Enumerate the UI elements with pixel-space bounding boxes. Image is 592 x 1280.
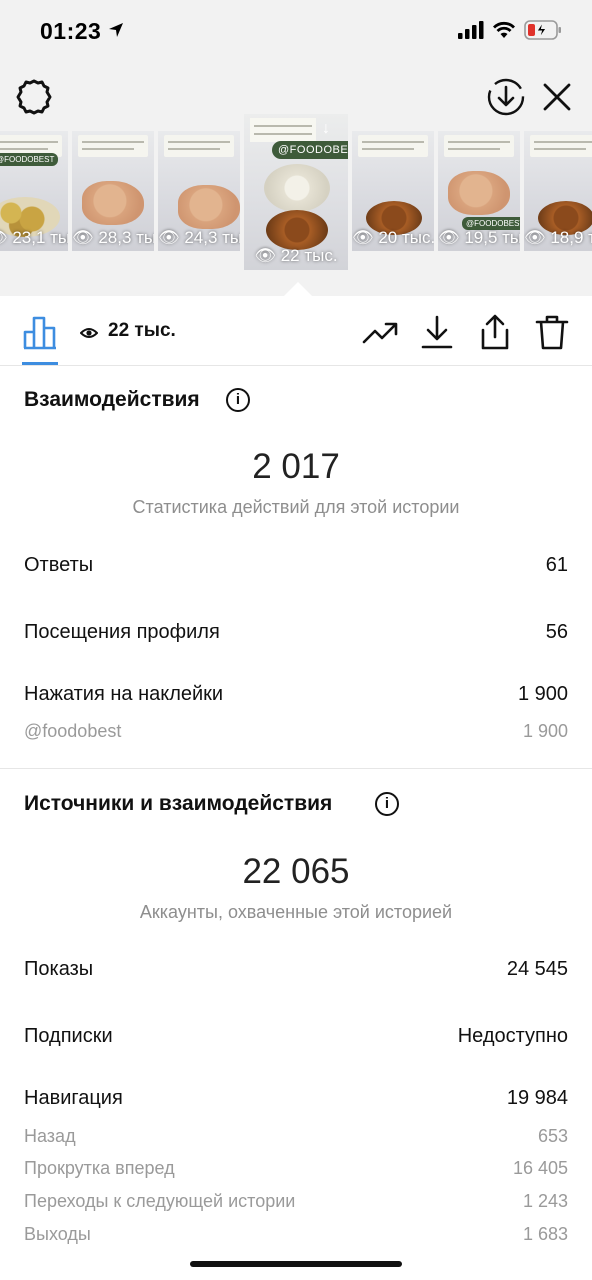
stat-label: Посещения профиля [24,621,220,643]
stat-row: Нажатия на наклейки 1 900 [24,683,568,706]
home-indicator[interactable] [190,1261,402,1267]
stat-subrow: Переходы к следующей истории 1 243 [24,1191,568,1212]
stat-label: Назад [24,1126,76,1146]
stat-value: 1 683 [522,1224,568,1244]
story-thumbnail[interactable]: @FOODOBEST 👁 23,1 тыс. [0,131,68,251]
story-view-count: 👁 18,9 тыс. [524,228,592,247]
arrow-down-icon: ↓ [322,120,330,137]
story-view-count: 👁 23,1 тыс. [0,228,68,247]
download-icon[interactable] [419,314,455,350]
stat-label: Подписки [24,1025,113,1047]
stat-label: Переходы к следующей истории [24,1191,296,1211]
story-text-note [164,135,234,157]
stat-subrow: Выходы 1 683 [24,1224,568,1245]
story-text-note [250,118,316,142]
eye-icon [79,326,99,345]
stat-row: Ответы 61 [24,554,568,577]
trash-icon[interactable] [534,314,570,350]
wifi-icon [492,21,516,44]
section-divider [0,768,592,769]
stat-value: Недоступно [457,1025,568,1047]
location-arrow-icon [108,22,124,43]
signal-icon [458,21,484,44]
stat-subrow: Прокрутка вперед 16 405 [24,1158,568,1179]
story-view-count: 👁 28,3 тыс. [72,228,154,247]
stat-value: 19 984 [506,1087,568,1109]
stat-label: @foodobest [24,721,122,741]
story-text-note [78,135,148,157]
interactions-total: 2 017 [252,447,340,486]
stat-value: 653 [537,1126,568,1146]
stat-value: 56 [545,621,568,643]
story-text-note [358,135,428,157]
stat-subrow: Назад 653 [24,1126,568,1147]
stat-label: Прокрутка вперед [24,1158,175,1178]
close-icon[interactable] [540,80,574,114]
download-circle-icon[interactable] [486,77,526,117]
story-mention-tag: @FOODOBEST [0,153,59,166]
stat-label: Выходы [24,1224,91,1244]
trending-up-icon[interactable] [362,314,398,350]
story-food-image [178,185,240,229]
stat-value: 1 243 [522,1191,568,1211]
status-bar: 01:23 [0,0,592,64]
stat-value: 16 405 [512,1158,568,1178]
stat-value: 61 [545,554,568,576]
interactions-title: Взаимодействия [24,388,200,411]
status-time: 01:23 [40,18,102,44]
story-view-total: 22 тыс. [108,320,176,341]
battery-charging-icon [524,20,562,45]
story-thumbnail[interactable]: @FOODOBEST 👁 19,5 тыс. [438,131,520,251]
stat-value: 1 900 [517,683,568,705]
info-icon[interactable]: i [226,388,250,412]
discovery-title: Источники и взаимодействия [24,792,333,815]
story-action-bar: 22 тыс. [0,296,592,366]
stat-label: Нажатия на наклейки [24,683,224,705]
story-food-image [264,164,330,212]
story-view-count: 👁 19,5 тыс. [438,228,520,247]
story-preview-area: 01:23 @FOODOBEST 23,1 ты 👁 28,3 ты 👁 24,… [0,0,592,296]
story-mention-tag: @FOODOBEST [272,141,348,159]
info-icon[interactable]: i [375,792,399,816]
status-icons [458,20,562,45]
active-tab-indicator [22,362,58,365]
discovery-subtitle: Аккаунты, охваченные этой историей [139,902,453,922]
share-icon[interactable] [477,314,513,350]
stat-row: Навигация 19 984 [24,1087,568,1110]
story-thumbnail[interactable]: 👁 24,3 тыс. [158,131,240,251]
stat-subrow: @foodobest 1 900 [24,721,568,742]
story-text-note [444,135,514,157]
interactions-subtitle: Статистика действий для этой истории [132,497,460,517]
settings-gear-icon[interactable] [14,77,54,117]
stat-label: Показы [24,958,94,980]
stat-row: Подписки Недоступно [24,1025,568,1048]
selected-story-pointer [284,282,312,296]
insights-bar-chart-icon[interactable] [22,314,58,350]
story-text-note [530,135,592,157]
story-thumbnail[interactable]: 👁 20 тыс. [352,131,434,251]
story-food-image [82,181,144,225]
story-view-count: 👁 22 тыс. [254,246,338,265]
stat-label: Ответы [24,554,94,576]
story-thumbnail[interactable]: 👁 28,3 тыс. [72,131,154,251]
stat-label: Навигация [24,1087,123,1109]
story-view-count: 👁 20 тыс. [352,228,434,247]
story-thumbnail[interactable]: 👁 18,9 тыс. [524,131,592,251]
stat-value: 1 900 [522,721,568,741]
stat-row: Показы 24 545 [24,958,568,981]
story-food-image [448,171,510,215]
stat-value: 24 545 [506,958,568,980]
story-thumbnail-selected[interactable]: ↓ @FOODOBEST 👁 22 тыс. [244,114,348,270]
story-view-count: 👁 24,3 тыс. [158,228,240,247]
discovery-total: 22 065 [242,852,350,891]
stat-row: Посещения профиля 56 [24,621,568,644]
story-food-image [266,210,328,250]
